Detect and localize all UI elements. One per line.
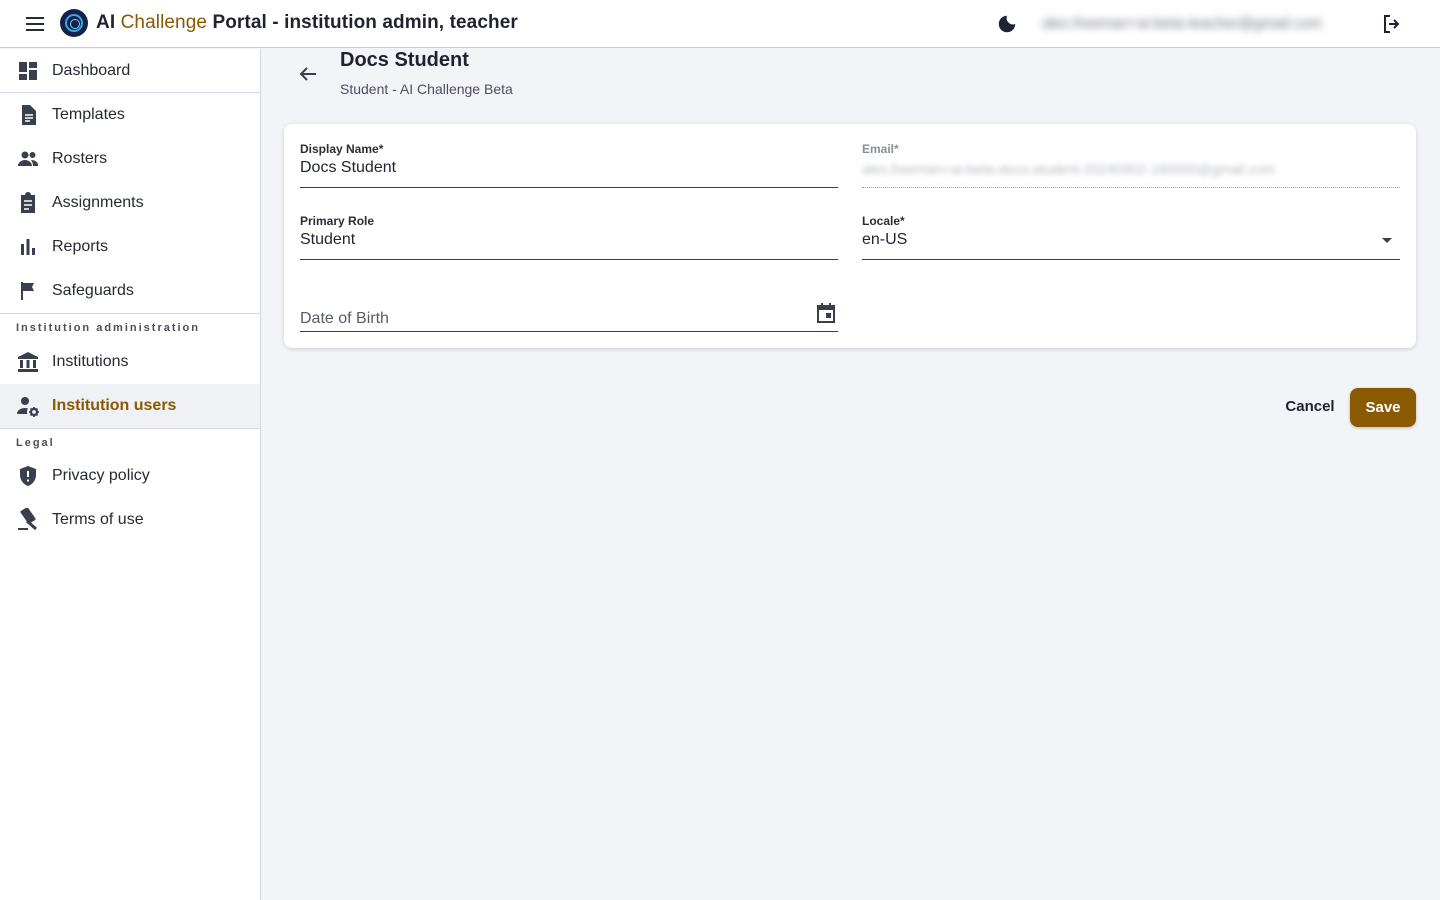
divider [0,313,260,314]
sidebar-item-assignments[interactable]: Assignments [0,181,260,225]
sidebar-item-label: Dashboard [52,62,131,79]
chevron-down-icon[interactable] [1382,238,1392,243]
date-of-birth-field[interactable]: Date of Birth [300,296,838,332]
sidebar-item-label: Templates [52,106,125,123]
user-form-card: Display Name* Docs Student Email* alex.f… [284,124,1416,348]
user-settings-icon [16,394,40,418]
display-name-input[interactable]: Docs Student [300,159,838,177]
primary-role-value: Student [300,231,356,248]
moon-icon[interactable] [996,13,1018,35]
sidebar-item-institution-users[interactable]: Institution users [0,384,260,428]
sidebar-item-privacy-policy[interactable]: Privacy policy [0,454,260,498]
clipboard-icon [16,191,40,215]
logo-icon [60,9,88,37]
email-label: Email* [862,142,899,156]
back-arrow-icon[interactable] [296,62,320,86]
sidebar: Dashboard Templates Rosters Assignments … [0,49,261,900]
primary-role-field: Primary Role Student [300,214,838,260]
sidebar-item-templates[interactable]: Templates [0,93,260,137]
sidebar-item-label: Safeguards [52,282,134,299]
email-field: Email* alex.freeman+ai-beta-docs-student… [862,142,1400,188]
sidebar-item-label: Reports [52,238,109,255]
display-name-label: Display Name* [300,142,384,156]
section-label-admin: Institution administration [16,322,200,334]
people-icon [16,147,40,171]
save-button[interactable]: Save [1350,388,1416,427]
app-title: AI Challenge Portal - institution admin,… [96,12,518,33]
cancel-button[interactable]: Cancel [1278,388,1342,426]
page-subtitle: Student - AI Challenge Beta [340,81,513,97]
primary-role-label: Primary Role [300,214,375,228]
menu-icon[interactable] [24,12,48,36]
section-label-legal: Legal [16,437,55,449]
email-input: alex.freeman+ai-beta-docs-student-202409… [862,161,1276,177]
field-underline [300,259,838,260]
user-email: alex.freeman+ai-beta-teacher@gmail.com [1042,15,1322,32]
sidebar-item-safeguards[interactable]: Safeguards [0,269,260,313]
document-icon [16,103,40,127]
sidebar-item-label: Institutions [52,353,129,370]
sidebar-item-institutions[interactable]: Institutions [0,340,260,384]
date-of-birth-input[interactable]: Date of Birth [300,310,389,328]
flag-icon [16,279,40,303]
sidebar-item-dashboard[interactable]: Dashboard [0,49,260,93]
display-name-field[interactable]: Display Name* Docs Student [300,142,838,188]
dashboard-icon [16,59,40,83]
field-underline [300,331,838,332]
divider [0,428,260,429]
locale-value[interactable]: en-US [862,231,1400,249]
field-underline [300,187,838,188]
page-title: Docs Student [340,49,469,71]
sidebar-item-label: Privacy policy [52,467,150,484]
bar-chart-icon [16,235,40,259]
sidebar-item-label: Rosters [52,150,108,167]
locale-label: Locale* [862,214,905,228]
calendar-icon[interactable] [814,301,838,325]
field-underline [862,187,1400,188]
gavel-icon [16,507,40,532]
sidebar-item-label: Institution users [52,397,177,414]
sidebar-item-label: Terms of use [52,511,144,528]
top-app-bar: AI Challenge Portal - institution admin,… [0,0,1440,48]
sidebar-item-label: Assignments [52,194,144,211]
field-underline [862,259,1400,260]
sidebar-item-terms-of-use[interactable]: Terms of use [0,498,260,542]
logout-icon[interactable] [1380,12,1404,36]
shield-icon [16,464,40,488]
sidebar-item-reports[interactable]: Reports [0,225,260,269]
locale-select[interactable]: Locale* en-US [862,214,1400,260]
sidebar-item-rosters[interactable]: Rosters [0,137,260,181]
institution-icon [16,350,40,374]
